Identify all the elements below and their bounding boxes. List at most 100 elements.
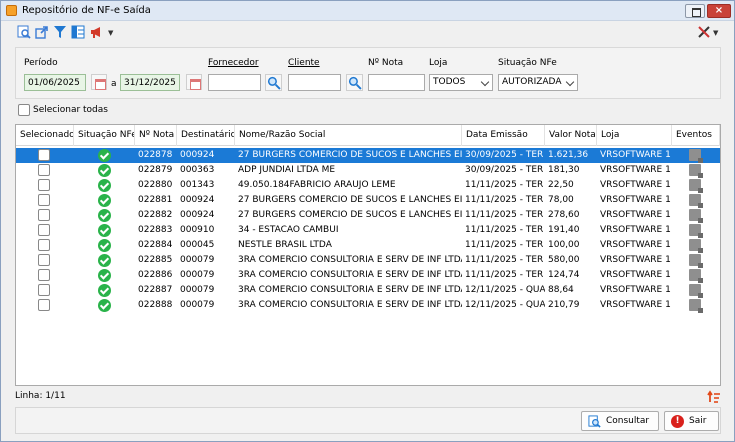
events-icon[interactable] — [689, 194, 703, 208]
cell-loja: VRSOFTWARE 1 — [600, 255, 671, 265]
situacao-select[interactable]: AUTORIZADA — [498, 74, 578, 91]
sort-icon[interactable] — [707, 390, 721, 404]
column-header[interactable]: Loja — [597, 125, 672, 146]
cell-dest: 000910 — [180, 225, 215, 235]
cell-nome: 3RA COMERCIO CONSULTORIA E SERV DE INF L… — [238, 270, 462, 280]
events-icon[interactable] — [689, 239, 703, 253]
cell-loja: VRSOFTWARE 1 — [600, 225, 671, 235]
nfe-table: Selecionado Situação NFe Nº Nota Destinatár… — [15, 124, 721, 386]
cell-valor: 210,79 — [548, 300, 580, 310]
row-checkbox[interactable] — [38, 164, 50, 176]
search-icon[interactable] — [17, 25, 31, 39]
cell-dest: 000079 — [180, 300, 215, 310]
check-circle-icon — [98, 194, 111, 207]
nota-label: Nº Nota — [368, 58, 404, 68]
table-row[interactable]: 022887 000079 3RA COMERCIO CONSULTORIA E S… — [16, 283, 720, 298]
tools-icon[interactable] — [697, 25, 711, 39]
cell-loja: VRSOFTWARE 1 — [600, 300, 671, 310]
select-all-checkbox[interactable]: Selecionar todas — [15, 104, 108, 118]
row-checkbox[interactable] — [38, 194, 50, 206]
close-button[interactable]: × — [707, 4, 731, 18]
events-icon[interactable] — [689, 209, 703, 223]
cell-dest: 000363 — [180, 165, 215, 175]
cell-nome: ADP JUNDIAI LTDA ME — [238, 165, 336, 175]
fornecedor-input[interactable] — [208, 74, 261, 91]
row-checkbox[interactable] — [38, 149, 50, 161]
sair-label: Sair — [689, 416, 707, 426]
table-row[interactable]: 022884 000045 NESTLE BRASIL LTDA 11/11/2025… — [16, 238, 720, 253]
cell-data: 11/11/2025 - TER — [465, 180, 544, 190]
events-icon[interactable] — [689, 149, 703, 163]
search-icon[interactable] — [265, 74, 282, 91]
column-header[interactable]: Nº Nota — [135, 125, 177, 146]
row-checkbox[interactable] — [38, 284, 50, 296]
events-icon[interactable] — [689, 224, 703, 238]
row-checkbox[interactable] — [38, 299, 50, 311]
cell-nota: 022887 — [138, 285, 173, 295]
checkbox[interactable] — [18, 104, 30, 116]
spreadsheet-icon[interactable] — [71, 25, 85, 39]
sair-button[interactable]: ! Sair — [664, 411, 719, 431]
export-icon[interactable] — [35, 25, 49, 39]
cliente-label[interactable]: Cliente — [288, 58, 320, 68]
restore-button[interactable] — [685, 4, 705, 18]
cell-nota: 022879 — [138, 165, 173, 175]
cell-valor: 124,74 — [548, 270, 580, 280]
calendar-icon[interactable] — [91, 74, 107, 90]
cell-valor: 100,00 — [548, 240, 580, 250]
table-row[interactable]: 022886 000079 3RA COMERCIO CONSULTORIA E S… — [16, 268, 720, 283]
events-icon[interactable] — [689, 284, 703, 298]
events-icon[interactable] — [689, 299, 703, 313]
column-header[interactable]: Eventos — [672, 125, 720, 146]
table-row[interactable]: 022888 000079 3RA COMERCIO CONSULTORIA E S… — [16, 298, 720, 313]
cell-nota: 022882 — [138, 210, 173, 220]
column-header[interactable]: Situação NFe — [74, 125, 135, 146]
column-header[interactable]: Destinatário — [177, 125, 235, 146]
column-header[interactable]: Data Emissão — [462, 125, 545, 146]
cell-valor: 191,40 — [548, 225, 580, 235]
cell-loja: VRSOFTWARE 1 — [600, 210, 671, 220]
cell-nota: 022884 — [138, 240, 173, 250]
consultar-label: Consultar — [606, 416, 650, 426]
table-row[interactable]: 022880 001343 49.050.184FABRICIO ARAUJO LE… — [16, 178, 720, 193]
column-header[interactable]: Nome/Razão Social — [235, 125, 462, 146]
row-counter: Linha: 1/11 — [15, 391, 66, 401]
search-icon[interactable] — [346, 74, 363, 91]
cell-nome: 3RA COMERCIO CONSULTORIA E SERV DE INF L… — [238, 300, 462, 310]
chevron-down-icon[interactable]: ▼ — [108, 29, 113, 37]
calendar-icon[interactable] — [186, 74, 202, 90]
events-icon[interactable] — [689, 179, 703, 193]
row-checkbox[interactable] — [38, 254, 50, 266]
check-circle-icon — [98, 164, 111, 177]
date-from-input[interactable] — [24, 74, 86, 91]
date-to-input[interactable] — [120, 74, 180, 91]
megaphone-icon[interactable] — [89, 25, 103, 39]
row-checkbox[interactable] — [38, 239, 50, 251]
row-checkbox[interactable] — [38, 179, 50, 191]
loja-select[interactable]: TODOS — [429, 74, 493, 91]
table-row[interactable]: 022882 000924 27 BURGERS COMERCIO DE SUCOS… — [16, 208, 720, 223]
row-checkbox[interactable] — [38, 224, 50, 236]
check-circle-icon — [98, 239, 111, 252]
nota-input[interactable] — [368, 74, 425, 91]
column-header[interactable]: Selecionado — [16, 125, 74, 146]
table-row[interactable]: 022881 000924 27 BURGERS COMERCIO DE SUCOS… — [16, 193, 720, 208]
filter-icon[interactable] — [53, 25, 67, 39]
events-icon[interactable] — [689, 164, 703, 178]
row-checkbox[interactable] — [38, 269, 50, 281]
table-row[interactable]: 022878 000924 27 BURGERS COMERCIO DE SUCOS… — [16, 148, 720, 163]
chevron-down-icon[interactable]: ▼ — [713, 29, 718, 37]
events-icon[interactable] — [689, 254, 703, 268]
row-checkbox[interactable] — [38, 209, 50, 221]
table-row[interactable]: 022883 000910 34 - ESTACAO CAMBUI 11/11/202… — [16, 223, 720, 238]
cell-loja: VRSOFTWARE 1 — [600, 285, 671, 295]
fornecedor-label[interactable]: Fornecedor — [208, 58, 259, 68]
table-row[interactable]: 022885 000079 3RA COMERCIO CONSULTORIA E S… — [16, 253, 720, 268]
column-header[interactable]: Valor Nota — [545, 125, 597, 146]
filter-panel: Período a Fornecedor Cliente Nº Nota Loj… — [15, 47, 721, 99]
table-row[interactable]: 022879 000363 ADP JUNDIAI LTDA ME 30/09/202… — [16, 163, 720, 178]
cell-valor: 78,00 — [548, 195, 574, 205]
consultar-button[interactable]: Consultar — [581, 411, 659, 431]
events-icon[interactable] — [689, 269, 703, 283]
cliente-input[interactable] — [288, 74, 341, 91]
